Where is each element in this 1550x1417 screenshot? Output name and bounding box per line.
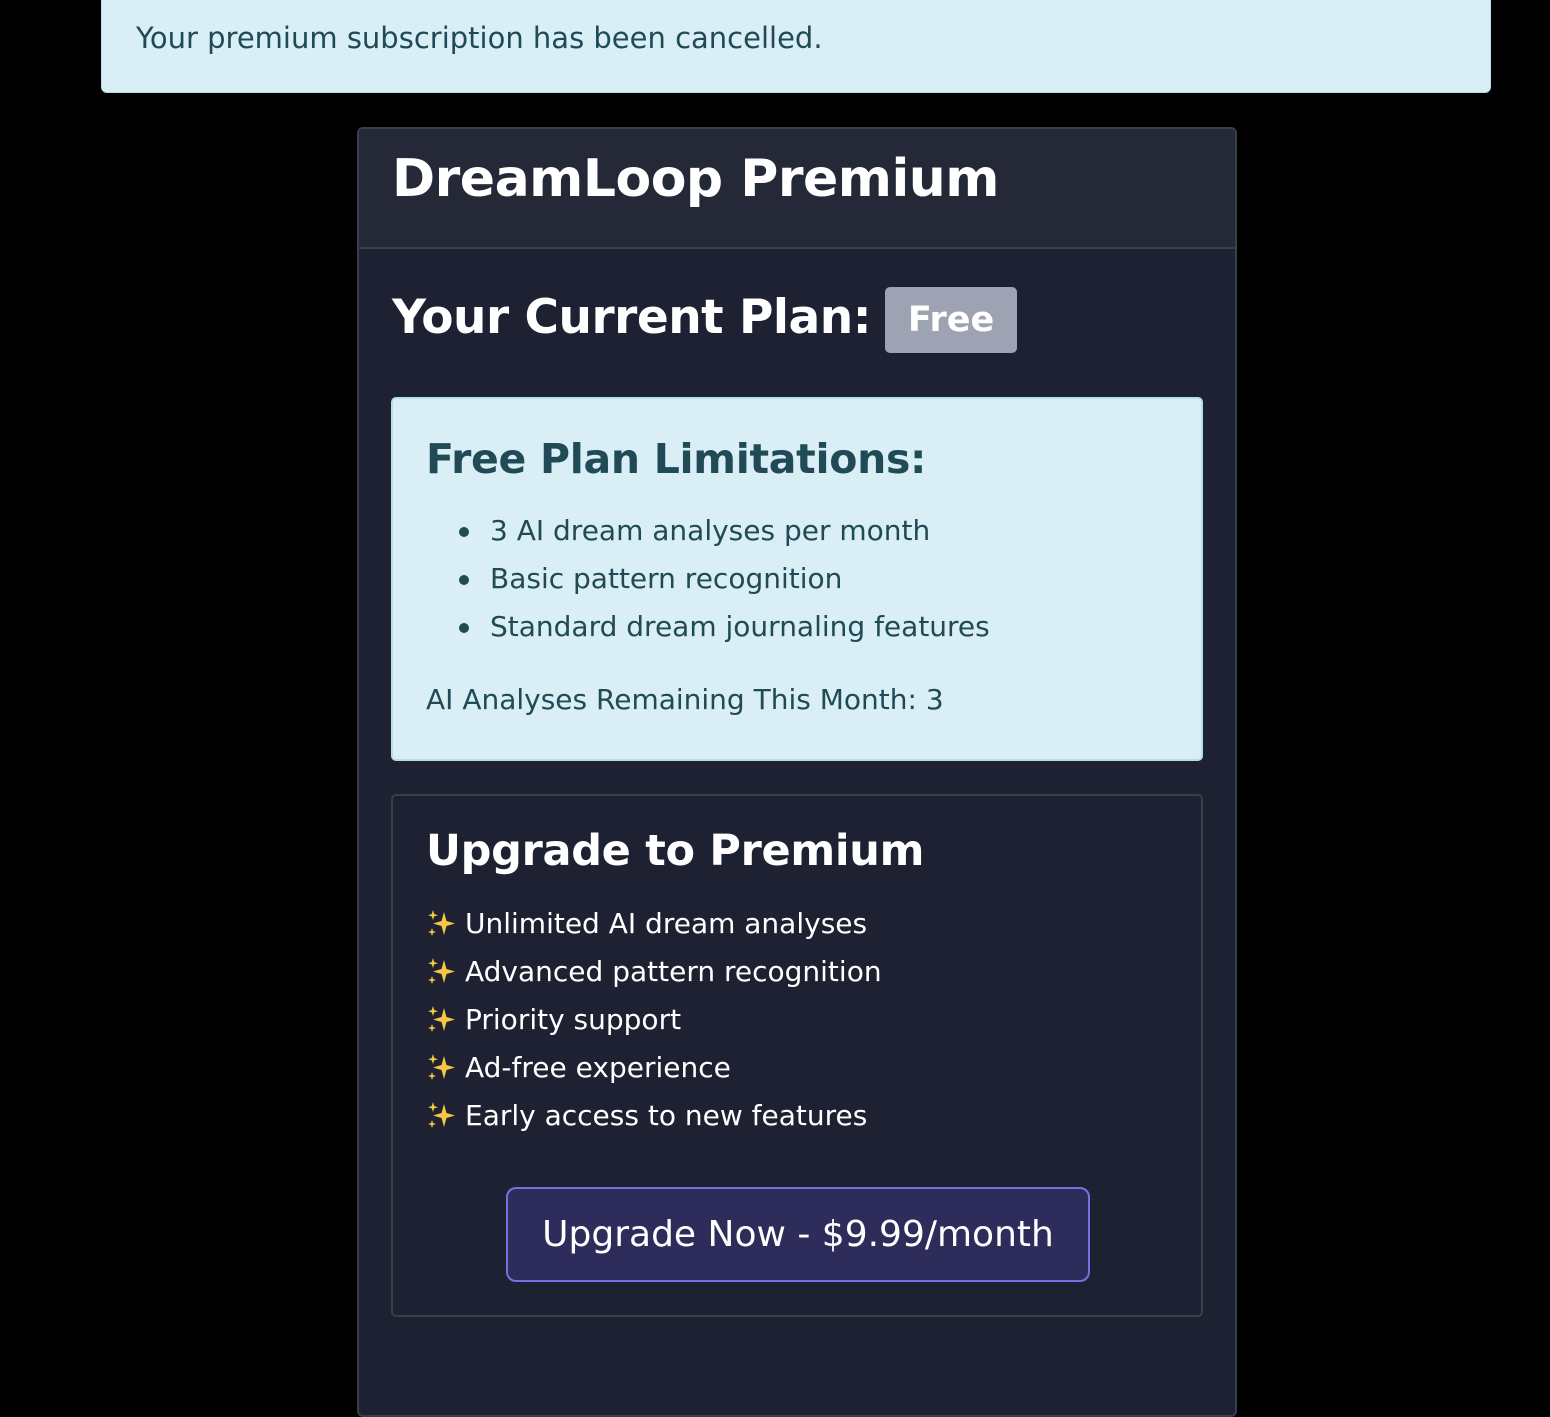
sparkles-icon (428, 1006, 455, 1032)
feature-list: Unlimited AI dream analyses Advanced pat… (426, 900, 882, 1140)
list-item: Standard dream journaling features (426, 603, 990, 651)
limitations-list: 3 AI dream analyses per month Basic patt… (426, 507, 990, 651)
plan-badge: Free (885, 287, 1018, 353)
current-plan-line: Your Current Plan: Free (392, 282, 1018, 353)
list-item: Ad-free experience (426, 1044, 882, 1092)
analyses-remaining: AI Analyses Remaining This Month: 3 (426, 683, 944, 716)
card-header: DreamLoop Premium (359, 129, 1235, 249)
free-plan-limitations: Free Plan Limitations: 3 AI dream analys… (391, 397, 1203, 761)
bullet-icon (459, 575, 469, 585)
limitations-title: Free Plan Limitations: (426, 435, 927, 483)
list-item: 3 AI dream analyses per month (426, 507, 990, 555)
list-item: Basic pattern recognition (426, 555, 990, 603)
list-item: Advanced pattern recognition (426, 948, 882, 996)
sparkles-icon (428, 910, 455, 936)
feature-label: Advanced pattern recognition (465, 955, 882, 988)
premium-card: DreamLoop Premium Your Current Plan: Fre… (357, 127, 1237, 1417)
limitation-label: Basic pattern recognition (490, 562, 843, 595)
bullet-icon (459, 527, 469, 537)
sparkles-icon (428, 958, 455, 984)
upgrade-now-button[interactable]: Upgrade Now - $9.99/month (506, 1187, 1090, 1282)
upgrade-title: Upgrade to Premium (426, 826, 925, 876)
feature-label: Unlimited AI dream analyses (465, 907, 868, 940)
cancellation-alert: Your premium subscription has been cance… (101, 0, 1491, 93)
feature-label: Early access to new features (465, 1099, 868, 1132)
list-item: Priority support (426, 996, 882, 1044)
alert-message: Your premium subscription has been cance… (136, 21, 823, 55)
list-item: Unlimited AI dream analyses (426, 900, 882, 948)
bullet-icon (459, 623, 469, 633)
upgrade-section: Upgrade to Premium Unlimited AI dream an… (391, 794, 1203, 1317)
current-plan-label: Your Current Plan: (392, 289, 872, 345)
feature-label: Ad-free experience (465, 1051, 731, 1084)
sparkles-icon (428, 1102, 455, 1128)
limitation-label: Standard dream journaling features (490, 610, 990, 643)
card-title: DreamLoop Premium (392, 149, 1000, 209)
list-item: Early access to new features (426, 1092, 882, 1140)
sparkles-icon (428, 1054, 455, 1080)
feature-label: Priority support (465, 1003, 682, 1036)
limitation-label: 3 AI dream analyses per month (490, 514, 931, 547)
